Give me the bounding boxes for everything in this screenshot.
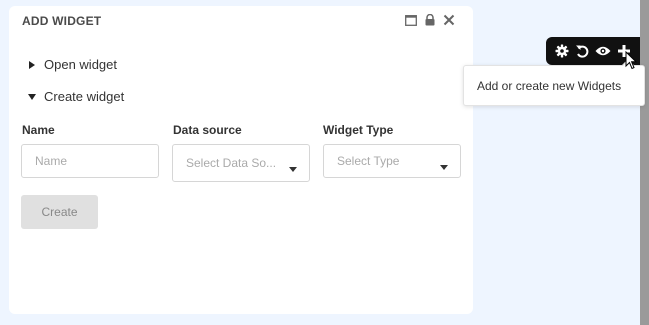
name-placeholder: Name bbox=[35, 154, 68, 168]
create-button[interactable]: Create bbox=[21, 195, 98, 229]
widget-type-select[interactable]: Select Type bbox=[323, 144, 461, 178]
data-source-select[interactable]: Select Data So... bbox=[172, 144, 310, 182]
mouse-pointer-icon bbox=[625, 50, 638, 75]
chevron-down-icon bbox=[440, 159, 448, 173]
open-widget-toggle[interactable]: Open widget bbox=[25, 57, 117, 72]
right-scrollbar[interactable] bbox=[640, 0, 649, 325]
create-widget-toggle[interactable]: Create widget bbox=[25, 89, 124, 104]
data-source-placeholder: Select Data So... bbox=[186, 156, 277, 170]
caret-right-icon bbox=[25, 60, 39, 69]
chevron-down-icon bbox=[289, 161, 297, 175]
create-widget-label: Create widget bbox=[44, 89, 125, 104]
close-icon[interactable] bbox=[443, 14, 455, 26]
gear-icon[interactable] bbox=[555, 44, 569, 58]
maximize-icon[interactable] bbox=[405, 14, 417, 26]
name-label: Name bbox=[22, 123, 55, 137]
panel-header-icons bbox=[405, 14, 455, 26]
widget-type-label: Widget Type bbox=[323, 123, 394, 137]
tooltip-text: Add or create new Widgets bbox=[477, 78, 622, 93]
name-input[interactable]: Name bbox=[21, 144, 159, 178]
add-widget-tooltip: Add or create new Widgets bbox=[463, 65, 645, 106]
eye-icon[interactable] bbox=[595, 45, 611, 57]
widget-type-placeholder: Select Type bbox=[337, 154, 400, 168]
panel-title: ADD WIDGET bbox=[22, 14, 102, 28]
caret-down-icon bbox=[25, 93, 39, 100]
data-source-label: Data source bbox=[173, 123, 242, 137]
undo-icon[interactable] bbox=[575, 44, 589, 58]
lock-icon[interactable] bbox=[424, 14, 436, 26]
add-widget-panel: ADD WIDGET Open widget Create widget Nam… bbox=[9, 6, 473, 314]
open-widget-label: Open widget bbox=[44, 57, 117, 72]
